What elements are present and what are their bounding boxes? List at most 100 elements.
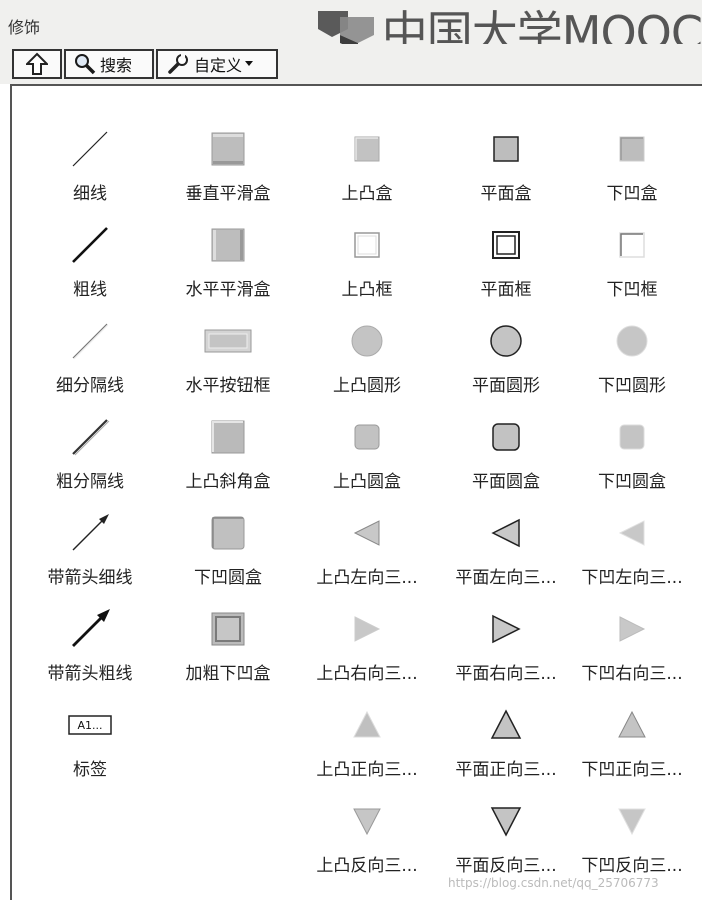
palette-item-thick-line[interactable]: 粗线 [20, 220, 160, 300]
palette-item-raised-box[interactable]: 上凸盒 [297, 124, 437, 204]
palette-item-thin-line[interactable]: 细线 [20, 124, 160, 204]
palette-item-flat-up-triangle[interactable]: 平面正向三... [436, 700, 576, 780]
palette-item-label: 垂直平滑盒 [185, 184, 271, 204]
flat-left-triangle-icon [491, 518, 520, 548]
palette-item-label: 细线 [73, 184, 107, 204]
label-icon: A1... [68, 715, 112, 735]
label-icon-text: A1... [77, 719, 102, 732]
palette-item-thick-arrow-line[interactable]: 带箭头粗线 [20, 604, 160, 684]
palette-item-label: 平面圆盒 [472, 472, 540, 492]
raised-round-box-icon [354, 424, 380, 450]
palette-item-flat-frame[interactable]: 平面框 [436, 220, 576, 300]
palette-item-recessed-rounded-box[interactable]: 下凹圆盒 [158, 508, 298, 588]
palette-item-flat-box[interactable]: 平面盒 [436, 124, 576, 204]
decorations-palette: 细线 粗线 细分隔线 粗分隔线 带箭头细线 带箭头粗线 A1... 标签 垂直平… [10, 84, 702, 900]
palette-item-thick-recessed-box[interactable]: 加粗下凹盒 [158, 604, 298, 684]
palette-item-flat-right-triangle[interactable]: 平面右向三... [436, 604, 576, 684]
palette-item-horizontal-button-frame[interactable]: 水平按钮框 [158, 316, 298, 396]
title-bar: 修饰 中国大学MOOC [0, 0, 702, 60]
palette-item-recessed-frame[interactable]: 下凹框 [562, 220, 702, 300]
palette-item-raised-left-triangle[interactable]: 上凸左向三... [297, 508, 437, 588]
search-label: 搜索 [100, 56, 133, 75]
palette-item-recessed-left-triangle[interactable]: 下凹左向三... [562, 508, 702, 588]
palette-item-raised-down-triangle[interactable]: 上凸反向三... [297, 796, 437, 876]
search-button[interactable]: 搜索 [64, 49, 154, 79]
url-watermark: https://blog.csdn.net/qq_25706773 [448, 876, 659, 890]
thick-recessed-box-icon [211, 612, 245, 646]
palette-item-label-tool[interactable]: A1... 标签 [20, 700, 160, 780]
palette-item-label: 下凹左向三... [581, 568, 683, 588]
raised-right-triangle-icon [354, 616, 381, 642]
palette-item-flat-down-triangle[interactable]: 平面反向三... [436, 796, 576, 876]
raised-left-triangle-icon [353, 520, 380, 546]
palette-item-label: 细分隔线 [56, 376, 124, 396]
palette-item-label: 加粗下凹盒 [185, 664, 271, 684]
raised-bevel-box-icon [211, 420, 245, 454]
palette-item-label: 下凹正向三... [581, 760, 683, 780]
palette-item-flat-left-triangle[interactable]: 平面左向三... [436, 508, 576, 588]
toolbar: 搜索 自定义 [0, 44, 702, 84]
palette-item-label: 粗线 [73, 280, 107, 300]
palette-item-label: 上凸盒 [341, 184, 393, 204]
palette-item-recessed-right-triangle[interactable]: 下凹右向三... [562, 604, 702, 684]
palette-item-label: 水平平滑盒 [185, 280, 271, 300]
palette-item-horizontal-smooth-box[interactable]: 水平平滑盒 [158, 220, 298, 300]
palette-item-flat-circle[interactable]: 平面圆形 [436, 316, 576, 396]
palette-item-label: 下凹右向三... [581, 664, 683, 684]
palette-item-recessed-box[interactable]: 下凹盒 [562, 124, 702, 204]
thin-arrow-line-icon [72, 514, 109, 551]
palette-item-raised-bevel-box[interactable]: 上凸斜角盒 [158, 412, 298, 492]
palette-item-label: 标签 [73, 760, 107, 780]
palette-item-raised-round-box[interactable]: 上凸圆盒 [297, 412, 437, 492]
palette-item-label: 下凹框 [606, 280, 658, 300]
palette-item-label: 平面左向三... [455, 568, 557, 588]
recessed-right-triangle-icon [619, 616, 646, 642]
palette-item-label: 粗分隔线 [56, 472, 124, 492]
recessed-down-triangle-icon [618, 808, 646, 836]
palette-title: 修饰 [8, 18, 41, 37]
customize-button[interactable]: 自定义 [156, 49, 278, 79]
flat-right-triangle-icon [492, 614, 521, 644]
palette-item-raised-circle[interactable]: 上凸圆形 [297, 316, 437, 396]
palette-item-label: 下凹反向三... [581, 856, 683, 876]
raised-circle-icon [351, 325, 383, 357]
palette-item-label: 平面框 [480, 280, 532, 300]
palette-item-raised-right-triangle[interactable]: 上凸右向三... [297, 604, 437, 684]
palette-item-label: 水平按钮框 [185, 376, 271, 396]
horizontal-button-frame-icon [204, 329, 252, 353]
palette-item-thin-separator[interactable]: 细分隔线 [20, 316, 160, 396]
palette-item-label: 上凸反向三... [316, 856, 418, 876]
palette-item-recessed-up-triangle[interactable]: 下凹正向三... [562, 700, 702, 780]
palette-item-label: 上凸左向三... [316, 568, 418, 588]
flat-round-box-icon [492, 423, 520, 451]
palette-item-label: 上凸圆盒 [333, 472, 401, 492]
palette-item-label: 上凸框 [341, 280, 393, 300]
up-button[interactable] [12, 49, 62, 79]
palette-item-label: 平面圆形 [472, 376, 540, 396]
palette-item-vertical-smooth-box[interactable]: 垂直平滑盒 [158, 124, 298, 204]
palette-item-thick-separator[interactable]: 粗分隔线 [20, 412, 160, 492]
palette-item-label: 下凹圆盒 [598, 472, 666, 492]
palette-item-label: 上凸圆形 [333, 376, 401, 396]
palette-item-raised-up-triangle[interactable]: 上凸正向三... [297, 700, 437, 780]
recessed-frame-icon [619, 232, 645, 258]
recessed-box-icon [619, 136, 645, 162]
palette-item-recessed-circle[interactable]: 下凹圆形 [562, 316, 702, 396]
thick-line-icon [72, 227, 108, 263]
palette-item-raised-frame[interactable]: 上凸框 [297, 220, 437, 300]
recessed-round-box-icon [619, 424, 645, 450]
palette-item-recessed-round-box[interactable]: 下凹圆盒 [562, 412, 702, 492]
palette-item-label: 下凹圆盒 [194, 568, 262, 588]
flat-up-triangle-icon [490, 709, 522, 739]
palette-item-label: 平面右向三... [455, 664, 557, 684]
wrench-icon [168, 54, 188, 74]
vertical-smooth-box-icon [211, 132, 245, 166]
palette-item-label: 下凹盒 [606, 184, 658, 204]
thick-separator-icon [72, 419, 110, 456]
palette-item-recessed-down-triangle[interactable]: 下凹反向三... [562, 796, 702, 876]
flat-frame-icon [492, 231, 520, 259]
palette-item-thin-arrow-line[interactable]: 带箭头细线 [20, 508, 160, 588]
palette-item-flat-round-box[interactable]: 平面圆盒 [436, 412, 576, 492]
palette-item-label: 平面正向三... [455, 760, 557, 780]
dropdown-arrow-icon [245, 61, 254, 66]
